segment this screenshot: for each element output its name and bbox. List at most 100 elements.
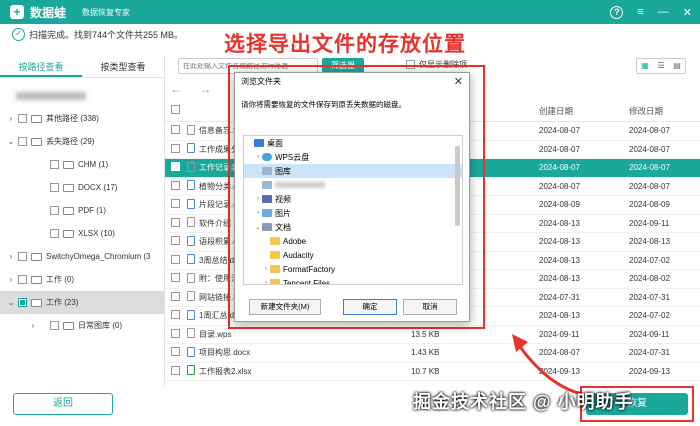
row-checkbox[interactable] bbox=[171, 143, 180, 153]
folder-tree-item[interactable]: 桌面 bbox=[244, 136, 462, 150]
new-folder-button[interactable]: 新建文件夹(M) bbox=[249, 299, 321, 315]
tree-checkbox[interactable] bbox=[18, 137, 27, 146]
cell-created: 2024-08-07 bbox=[539, 163, 580, 173]
tree-checkbox[interactable] bbox=[18, 252, 27, 261]
cancel-button[interactable]: 取消 bbox=[403, 299, 457, 315]
table-row[interactable]: 工作报表2.xlsx 10.7 KB 2024-09-13 2024-09-13 bbox=[165, 363, 700, 381]
folder-tree-item[interactable]: › FormatFactory bbox=[244, 262, 462, 276]
tree-checkbox[interactable] bbox=[18, 298, 27, 307]
tab-1[interactable]: 按类型查看 bbox=[82, 56, 164, 77]
menu-icon[interactable]: ≡ bbox=[637, 6, 643, 18]
row-checkbox[interactable] bbox=[171, 347, 180, 357]
dialog-title: 浏览文件夹 bbox=[241, 77, 281, 86]
grid-view-icon[interactable]: ▦ bbox=[637, 59, 653, 73]
folder-caret-icon[interactable]: › bbox=[254, 210, 262, 216]
folder-tree-item[interactable] bbox=[244, 178, 462, 192]
tree-item-label: 丢失路径 (29) bbox=[46, 137, 95, 146]
tree-item[interactable]: XLSX (10) bbox=[0, 222, 164, 245]
dialog-close-icon[interactable]: ✕ bbox=[454, 75, 463, 88]
nav-forward-icon[interactable]: → bbox=[199, 82, 211, 96]
folder-tree-item[interactable]: ⌄ 文档 bbox=[244, 220, 462, 234]
tree-item[interactable]: PDF (1) bbox=[0, 199, 164, 222]
row-checkbox[interactable] bbox=[171, 254, 180, 264]
left-panel: 按路径查看 按类型查看 › 其他路径 (338) ⌄ 丢失路径 (29) CHM (1) D… bbox=[0, 56, 165, 386]
minimize-icon[interactable]: — bbox=[658, 6, 669, 18]
folder-tree-label: 图片 bbox=[275, 208, 291, 218]
row-checkbox[interactable] bbox=[171, 291, 180, 301]
tree-caret-icon[interactable]: › bbox=[6, 114, 16, 123]
folder-caret-icon[interactable]: › bbox=[262, 266, 270, 272]
row-checkbox[interactable] bbox=[171, 328, 180, 338]
nav-back-icon[interactable]: ← bbox=[170, 82, 182, 96]
tree-checkbox[interactable] bbox=[50, 206, 59, 215]
tree-checkbox[interactable] bbox=[18, 275, 27, 284]
tree-checkbox[interactable] bbox=[50, 229, 59, 238]
tree-item[interactable]: › SwitchyOmega_Chromium (3 bbox=[0, 245, 164, 268]
folder-tree-label: 图库 bbox=[275, 166, 291, 176]
tree-caret-icon[interactable]: › bbox=[6, 252, 16, 261]
file-icon bbox=[187, 291, 195, 302]
cell-size: 1.43 KB bbox=[411, 348, 440, 358]
row-checkbox[interactable] bbox=[171, 273, 180, 283]
tree-item[interactable]: › 工作 (0) bbox=[0, 268, 164, 291]
folder-tree-item[interactable]: › Tencent Files bbox=[244, 276, 462, 284]
col-modified[interactable]: 修改日期 bbox=[619, 105, 699, 117]
row-checkbox[interactable] bbox=[171, 180, 180, 190]
row-checkbox[interactable] bbox=[171, 236, 180, 246]
row-checkbox[interactable] bbox=[171, 125, 180, 135]
tree-item[interactable]: ⌄ 工作 (23) bbox=[0, 291, 164, 314]
tree-caret-icon[interactable]: › bbox=[6, 275, 16, 284]
row-checkbox[interactable] bbox=[171, 217, 180, 227]
tree-checkbox[interactable] bbox=[50, 160, 59, 169]
row-checkbox[interactable] bbox=[171, 310, 180, 320]
tree-caret-icon[interactable]: ⌄ bbox=[6, 298, 16, 307]
view-toggle: ▦ ☰ ▤ bbox=[636, 58, 686, 74]
folder-tree-item[interactable]: › 图片 bbox=[244, 206, 462, 220]
help-icon[interactable]: ? bbox=[610, 5, 624, 19]
folder-tree-item[interactable]: 图库 bbox=[244, 164, 462, 178]
close-icon[interactable]: ✕ bbox=[683, 6, 692, 19]
tree-checkbox[interactable] bbox=[50, 183, 59, 192]
tree-item[interactable] bbox=[0, 84, 164, 107]
folder-tree-label: 桌面 bbox=[267, 138, 283, 148]
tree-caret-icon[interactable]: ⌄ bbox=[6, 137, 16, 146]
img-folder-icon bbox=[262, 167, 272, 175]
tree-checkbox[interactable] bbox=[50, 321, 59, 330]
row-checkbox[interactable] bbox=[171, 365, 180, 375]
folder-tree[interactable]: 桌面 › WPS云盘 图库 › 视频 › 图片 ⌄ 文档 Adobe Audacity › FormatF… bbox=[243, 135, 463, 285]
tree-item[interactable]: ⌄ 丢失路径 (29) bbox=[0, 130, 164, 153]
folder-caret-icon[interactable]: › bbox=[254, 196, 262, 202]
folder-caret-icon[interactable]: › bbox=[254, 154, 262, 160]
scan-status-text: 扫描完成。找到744个文件共255 MB。 bbox=[29, 30, 184, 40]
back-button[interactable]: 返回 bbox=[13, 393, 113, 415]
table-row[interactable]: 项目构思.docx 1.43 KB 2024-08-07 2024-07-31 bbox=[165, 344, 700, 363]
list-view-icon[interactable]: ☰ bbox=[653, 59, 669, 73]
ok-button[interactable]: 确定 bbox=[343, 299, 397, 315]
tree-item[interactable]: DOCX (17) bbox=[0, 176, 164, 199]
tree-item[interactable]: › 日常图库 (0) bbox=[0, 314, 164, 337]
cell-modified: 2024-09-11 bbox=[629, 329, 670, 339]
col-created[interactable]: 创建日期 bbox=[529, 105, 619, 117]
tab-0[interactable]: 按路径查看 bbox=[0, 56, 82, 77]
folder-caret-icon[interactable]: ⌄ bbox=[254, 224, 262, 231]
folder-tree-scrollbar[interactable] bbox=[455, 146, 460, 226]
folder-caret-icon[interactable]: › bbox=[262, 280, 270, 284]
folder-tree-item[interactable]: Audacity bbox=[244, 248, 462, 262]
doc-folder-icon bbox=[262, 223, 272, 231]
app-subtitle: 数据恢复专家 bbox=[82, 7, 131, 17]
row-checkbox[interactable] bbox=[171, 199, 180, 209]
tree-caret-icon[interactable]: › bbox=[28, 321, 38, 330]
folder-tree-item[interactable]: Adobe bbox=[244, 234, 462, 248]
select-all-checkbox[interactable] bbox=[171, 105, 180, 114]
folder-tree-item[interactable]: › 视频 bbox=[244, 192, 462, 206]
tree-checkbox[interactable] bbox=[18, 114, 27, 123]
cell-created: 2024-08-13 bbox=[539, 274, 580, 284]
folder-tree-item[interactable]: › WPS云盘 bbox=[244, 150, 462, 164]
folder-icon bbox=[31, 137, 42, 146]
browse-folder-dialog: 浏览文件夹 ✕ 请你将需要恢复的文件保存到原丢失数据的磁盘。 桌面 › WPS云盘图… bbox=[234, 72, 470, 322]
cell-created: 2024-08-13 bbox=[539, 218, 580, 228]
detail-view-icon[interactable]: ▤ bbox=[669, 59, 685, 73]
tree-item[interactable]: CHM (1) bbox=[0, 153, 164, 176]
tree-item[interactable]: › 其他路径 (338) bbox=[0, 107, 164, 130]
row-checkbox[interactable] bbox=[171, 162, 180, 172]
